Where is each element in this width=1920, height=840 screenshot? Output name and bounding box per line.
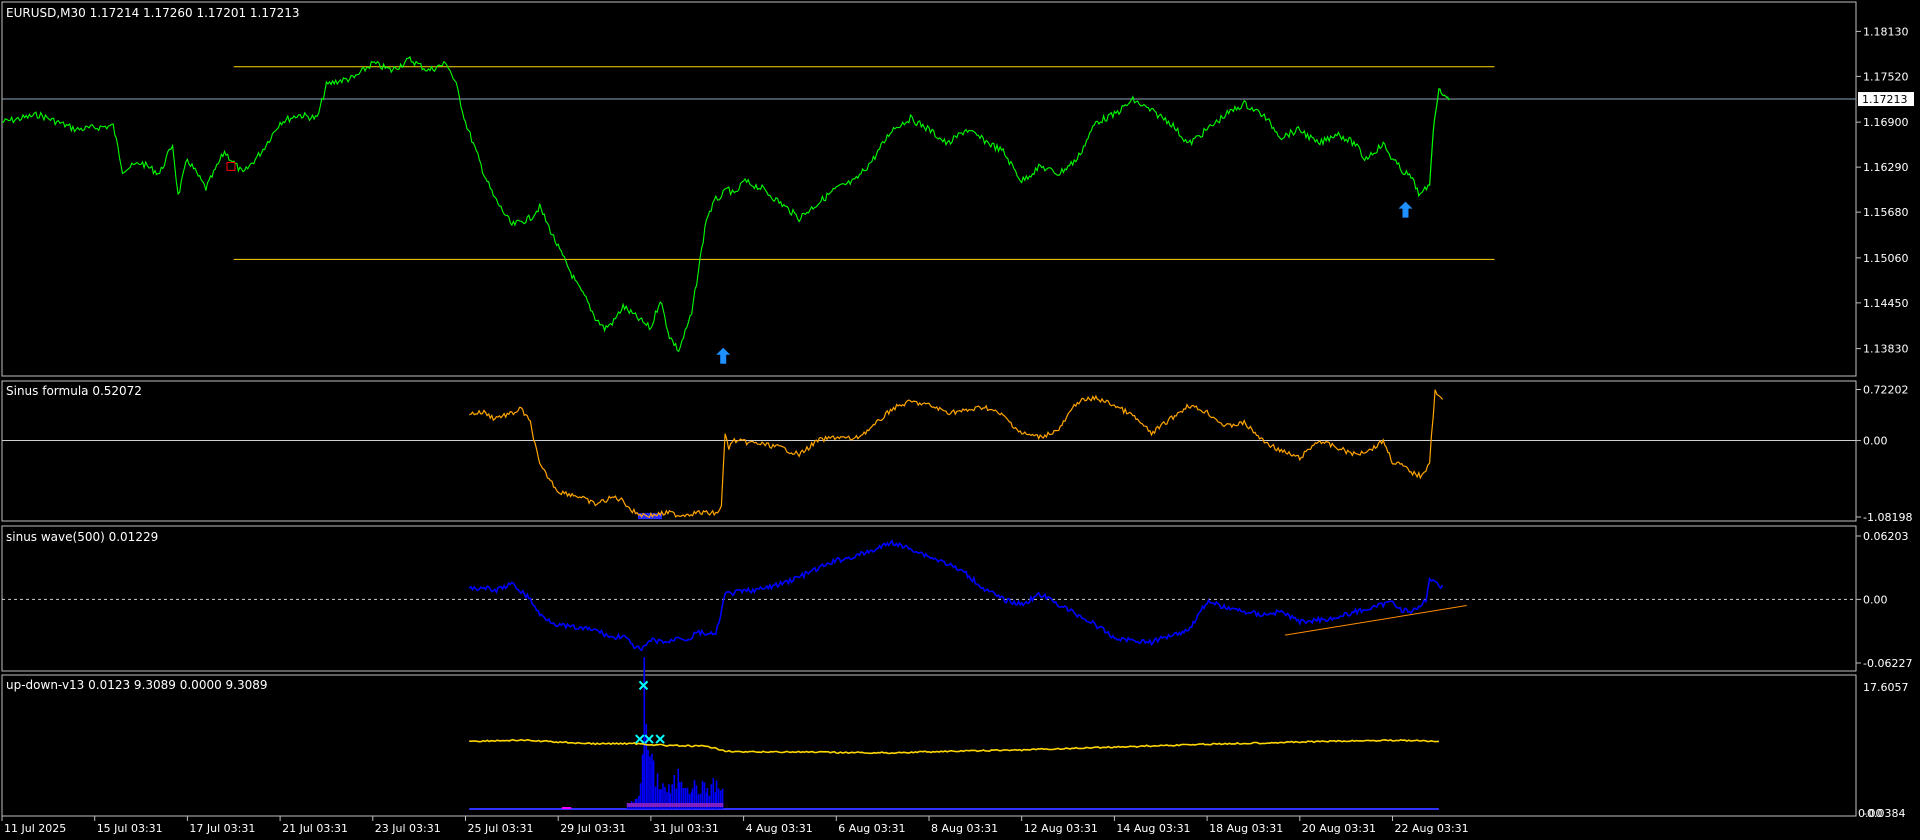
time-axis-label: 25 Jul 03:31 [468,822,534,835]
up-down-bar [643,657,646,809]
price-axis-tick-label: 1.16900 [1863,116,1909,129]
sinus-formula-series [469,389,1444,519]
price-axis-tick-label: 1.16290 [1863,161,1909,174]
time-axis-label: 15 Jul 03:31 [97,822,163,835]
time-axis-label: 4 Aug 03:31 [746,822,813,835]
panel-main-frame [1,1,1857,377]
time-axis-label: 6 Aug 03:31 [838,822,905,835]
time-axis-label: 17 Jul 03:31 [189,822,255,835]
cross-icon [635,734,645,744]
up-down-line-series [469,738,1440,755]
price-axis-tick-label: 1.18130 [1863,25,1909,38]
cross-icon [655,734,665,744]
time-axis-label: 12 Aug 03:31 [1024,822,1098,835]
up-arrow-icon-shape [1398,201,1413,218]
panel-sinus-formula-frame [1,380,1857,522]
time-axis-label: 21 Jul 03:31 [282,822,348,835]
price-axis-tick-label: 1.17520 [1863,70,1909,83]
up-down-bar [651,753,653,809]
panel-sinus-wave[interactable]: sinus wave(500) 0.01229 0.06203 0.00 -0.06… [1,525,1912,672]
sinus-formula-axis-tick-label: 0.72202 [1863,384,1909,397]
up-down-bar [649,756,651,809]
sinus-formula-axis-tick-label: -1.08198 [1863,511,1912,524]
sinus-wave-title: sinus wave(500) 0.01229 [6,530,158,544]
sinus-formula-axis-tick-label: 0.00 [1863,435,1888,448]
up-down-base-fill [626,803,724,807]
up-down-bar [641,754,644,809]
time-axis: 11 Jul 2025 15 Jul 03:31 17 Jul 03:31 21 Ju… [1,816,1469,835]
panel-sinus-formula[interactable]: Sinus formula 0.52072 0.72202 0.00 -1.0819… [1,380,1912,524]
price-axis-tick-label: 1.13830 [1863,343,1909,356]
sinus-wave-axis-tick-label: 0.00 [1863,593,1888,606]
current-price-label: 1.17213 [1862,93,1908,106]
up-down-title: up-down-v13 0.0123 9.3089 0.0000 9.3089 [6,678,268,692]
up-arrow-icon [1398,201,1413,218]
trading-chart[interactable]: EURUSD,M30 1.17214 1.17260 1.17201 1.172… [0,0,1920,840]
cross-icon-shape [635,734,645,744]
time-axis-label: 18 Aug 03:31 [1209,822,1283,835]
panel-up-down-frame [1,674,1857,817]
sinus-wave-axis-tick-label: -0.06227 [1863,657,1912,670]
time-axis-label: 20 Aug 03:31 [1302,822,1376,835]
up-arrow-icon [716,347,731,364]
time-axis-label: 29 Jul 03:31 [560,822,626,835]
sinus-wave-trendline [1284,605,1467,636]
panel-up-down[interactable]: up-down-v13 0.0123 9.3089 0.0000 9.3089 … [1,657,1909,820]
price-series [1,55,1430,353]
up-down-bar [652,760,655,809]
up-arrow-icon-shape [716,347,731,364]
time-axis-label: 8 Aug 03:31 [931,822,998,835]
time-axis-label: 14 Aug 03:31 [1116,822,1190,835]
up-down-axis-tick-label-overlap: 0.00 [1858,807,1883,820]
square-marker-icon [226,161,236,171]
up-down-bar [647,749,649,809]
sinus-wave-series [468,538,1444,652]
time-axis-label: 11 Jul 2025 [4,822,66,835]
sinus-wave-axis-tick-label: 0.06203 [1863,530,1909,543]
time-axis-label: 22 Aug 03:31 [1395,822,1469,835]
price-axis-tick-label: 1.15680 [1863,206,1909,219]
price-axis-tick-label: 1.14450 [1863,297,1909,310]
time-axis-label: 23 Jul 03:31 [375,822,441,835]
sinus-formula-title: Sinus formula 0.52072 [6,384,142,398]
cross-icon-shape [655,734,665,744]
main-title: EURUSD,M30 1.17214 1.17260 1.17201 1.172… [6,6,300,20]
up-down-bar [638,795,640,809]
price-series-tail [1429,88,1451,186]
up-down-axis-tick-label: 17.6057 [1863,681,1909,694]
time-axis-label: 31 Jul 03:31 [653,822,719,835]
panel-main[interactable]: EURUSD,M30 1.17214 1.17260 1.17201 1.172… [1,1,1914,377]
price-axis-tick-label: 1.15060 [1863,252,1909,265]
panel-sinus-wave-frame [1,525,1857,672]
